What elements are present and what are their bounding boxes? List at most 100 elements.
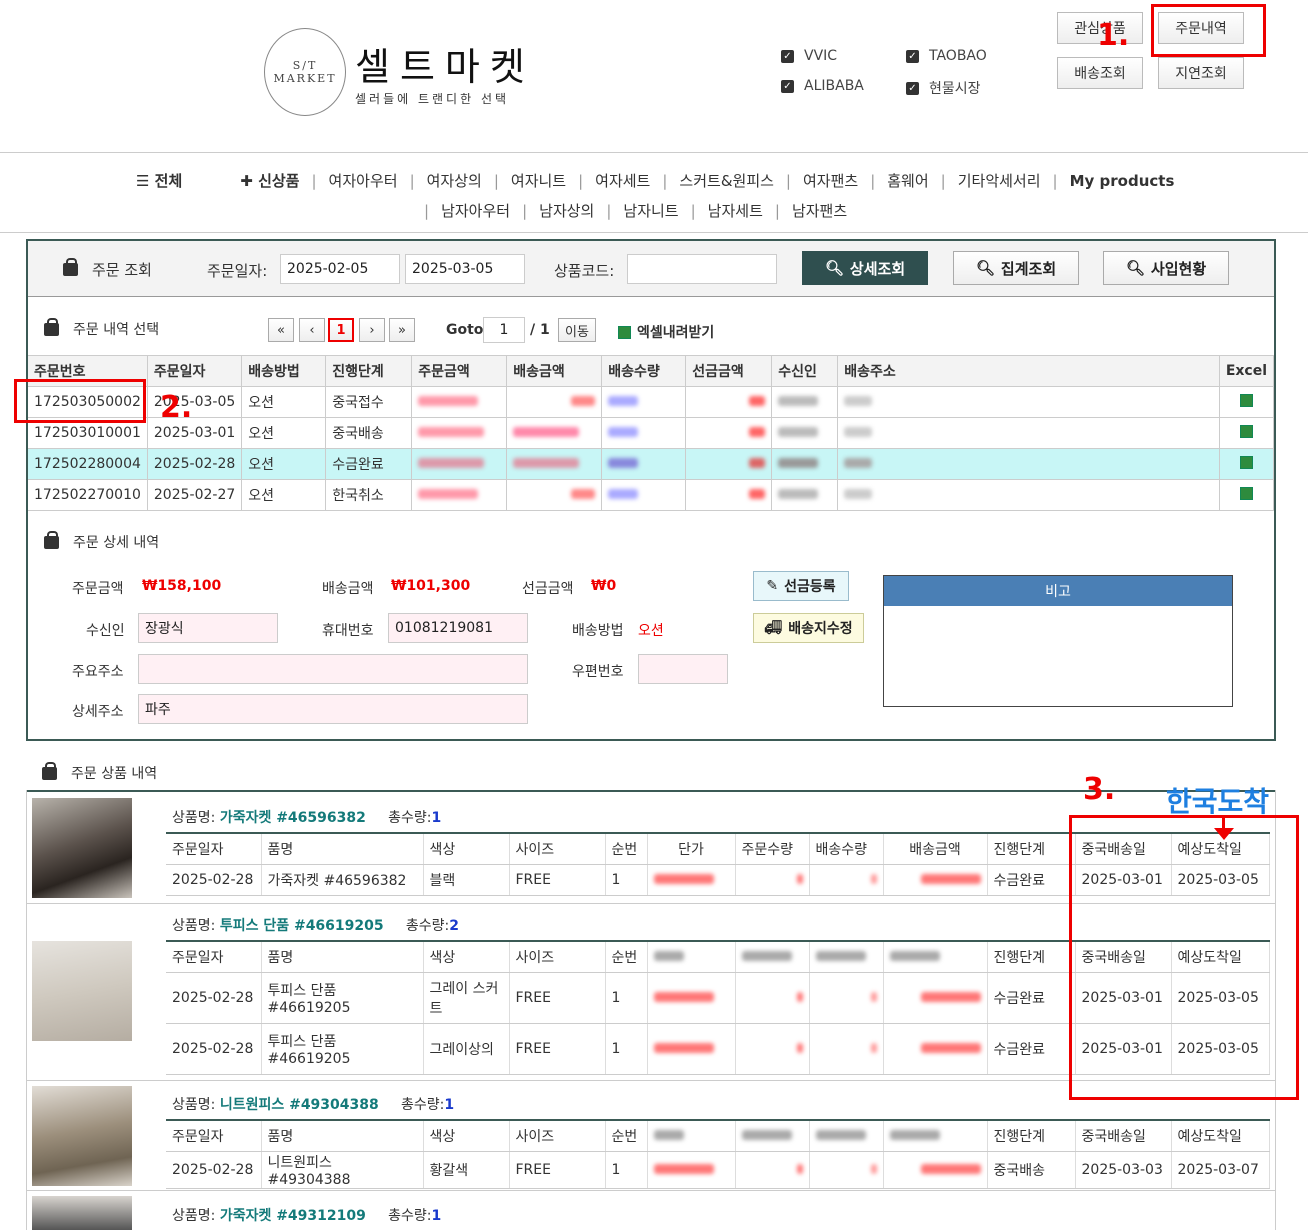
col-eta: 예상도착일 — [1171, 1119, 1270, 1152]
source-checkbox-vvic[interactable]: ✓ VVIC — [781, 48, 837, 64]
col-order-amount: 주문금액 — [411, 355, 508, 387]
product-thumbnail[interactable] — [32, 941, 132, 1041]
memo-title: 비고 — [884, 576, 1232, 606]
nav-accessories[interactable]: 기타악세서리 — [958, 170, 1041, 191]
page-current[interactable]: 1 — [328, 318, 354, 342]
nav-skirt-dress[interactable]: 스커트&원피스 — [679, 170, 774, 191]
cell-size: FREE — [509, 864, 606, 896]
source-checkbox-spot-market[interactable]: ✓ 현물시장 — [906, 78, 981, 98]
cell-item: 투피스 단품 #46619205 — [261, 1023, 424, 1075]
summary-search-button[interactable]: 🔍︎ 집계조회 — [953, 251, 1079, 285]
goto-move-button[interactable]: 이동 — [558, 318, 596, 342]
annotation-korea-arrival: 한국도착 — [1166, 785, 1270, 818]
order-row[interactable]: 172503010001 2025-03-01 오션 중국배송 — [28, 417, 1275, 449]
col-ship-amount: 배송금액 — [506, 355, 603, 387]
nav-women-outer[interactable]: 여자아우터 — [329, 170, 398, 191]
phone-input[interactable]: 01081219081 — [388, 613, 528, 643]
order-row-selected[interactable]: 172502280004 2025-02-28 오션 수금완료 — [28, 448, 1275, 480]
col-item: 품명 — [261, 1119, 424, 1152]
product-code-input[interactable] — [627, 254, 777, 284]
product-link[interactable]: 니트원피스 #49304388 — [220, 1097, 379, 1113]
nav-men-top[interactable]: 남자상의 — [539, 200, 594, 221]
nav-new[interactable]: ✚ 신상품 — [240, 170, 299, 191]
arrow-down-icon — [1214, 828, 1234, 840]
excel-icon[interactable] — [1239, 424, 1253, 438]
highlight-box-3 — [1069, 815, 1299, 1100]
date-to-input[interactable]: 2025-03-05 — [405, 254, 525, 284]
page-first-button[interactable]: « — [268, 318, 294, 342]
redacted-value — [749, 489, 766, 499]
col-item: 품명 — [261, 940, 424, 973]
source-checkbox-taobao[interactable]: ✓ TAOBAO — [906, 48, 987, 64]
nav-homewear[interactable]: 홈웨어 — [887, 170, 928, 191]
col-stage: 진행단계 — [987, 832, 1076, 865]
nav-women-knit[interactable]: 여자니트 — [511, 170, 566, 191]
product-table: 주문일자 품명 색상 사이즈 순번 진행단계 중국배송일 예상도착일 2025-… — [166, 1119, 1270, 1189]
nav-women-set[interactable]: 여자세트 — [595, 170, 650, 191]
nav-men-set[interactable]: 남자세트 — [708, 200, 763, 221]
delay-inquiry-button[interactable]: 지연조회 — [1158, 57, 1244, 89]
redacted-value — [844, 489, 873, 499]
nav-men-outer[interactable]: 남자아우터 — [441, 200, 510, 221]
nav-women-pants[interactable]: 여자팬츠 — [803, 170, 858, 191]
excel-icon[interactable] — [1239, 393, 1253, 407]
nav-all[interactable]: ☰ 전체 — [136, 170, 182, 191]
source-label: ALIBABA — [804, 78, 864, 94]
order-no[interactable]: 172502280004 — [28, 448, 148, 480]
product-link[interactable]: 투피스 단품 #46619205 — [220, 918, 384, 934]
detail-address-input[interactable]: 파주 — [138, 694, 528, 724]
logo-title[interactable]: 셀트마켓 — [355, 36, 535, 91]
goto-label: Goto — [446, 322, 484, 338]
prepay-label: 선금금액 — [522, 581, 574, 597]
purchase-status-button[interactable]: 🔍︎ 사입현황 — [1103, 251, 1229, 285]
order-row[interactable]: 172502270010 2025-02-27 오션 한국취소 — [28, 479, 1275, 511]
goto-page-input[interactable]: 1 — [483, 317, 525, 343]
logo-line1: S/T — [292, 59, 318, 72]
redacted-value — [513, 458, 580, 468]
product-thumbnail[interactable] — [32, 798, 132, 898]
logo-emblem[interactable]: S/T MARKET — [264, 28, 346, 116]
page-prev-button[interactable]: ‹ — [299, 318, 325, 342]
detail-search-button[interactable]: 🔍︎ 상세조회 — [802, 251, 928, 285]
category-nav-row1: ☰ 전체 ✚ 신상품 | 여자아우터 | 여자상의 | 여자니트 | 여자세트 | 스커트… — [136, 170, 1175, 191]
page-next-button[interactable]: › — [359, 318, 385, 342]
product-name-line: 상품명: 니트원피스 #49304388 총수량:1 — [172, 1097, 455, 1113]
excel-icon[interactable] — [1239, 455, 1253, 469]
edit-shipping-address-button[interactable]: 🚚︎ 배송지수정 — [753, 613, 864, 643]
redacted-header — [741, 1129, 792, 1140]
excel-icon[interactable] — [1239, 486, 1253, 500]
order-no[interactable]: 172502270010 — [28, 479, 148, 511]
redacted-header — [653, 1129, 684, 1140]
source-checkbox-alibaba[interactable]: ✓ ALIBABA — [781, 78, 864, 94]
cell-stage: 수금완료 — [987, 972, 1076, 1024]
page-last-button[interactable]: » — [389, 318, 415, 342]
redacted-value — [778, 458, 819, 468]
product-link[interactable]: 가죽자켓 #46596382 — [220, 810, 366, 826]
product-code-label: 상품코드: — [554, 262, 615, 280]
main-address-label: 주요주소 — [72, 664, 124, 680]
prepay-register-button[interactable]: ✎ 선금등록 — [753, 571, 849, 601]
cell-date: 2025-02-28 — [166, 1023, 262, 1075]
highlight-box-2 — [14, 379, 146, 423]
receiver-input[interactable]: 장광식 — [138, 613, 278, 643]
nav-my-products[interactable]: My products — [1070, 172, 1175, 190]
ship-amount-value: ₩101,300 — [391, 578, 471, 594]
order-row[interactable]: 172503050002 2025-03-05 오션 중국접수 — [28, 386, 1275, 418]
redacted-value — [749, 427, 766, 437]
date-from-input[interactable]: 2025-02-05 — [280, 254, 400, 284]
shipping-inquiry-button[interactable]: 배송조회 — [1057, 57, 1143, 89]
product-link[interactable]: 가죽자켓 #49312109 — [220, 1208, 366, 1224]
col-ship-qty: 배송수량 — [809, 832, 884, 865]
main-address-input[interactable] — [138, 654, 528, 684]
nav-women-top[interactable]: 여자상의 — [427, 170, 482, 191]
zip-input[interactable] — [638, 654, 728, 684]
col-ship-amount: 배송금액 — [883, 832, 988, 865]
checkbox-checked-icon: ✓ — [781, 79, 794, 93]
product-thumbnail[interactable] — [32, 1086, 132, 1186]
excel-download-link[interactable]: 엑셀내려받기 — [618, 322, 714, 342]
memo-box[interactable]: 비고 — [883, 575, 1233, 707]
nav-men-pants[interactable]: 남자팬츠 — [792, 200, 847, 221]
redacted-value — [920, 1042, 981, 1053]
product-thumbnail[interactable] — [32, 1196, 132, 1230]
nav-men-knit[interactable]: 남자니트 — [623, 200, 678, 221]
